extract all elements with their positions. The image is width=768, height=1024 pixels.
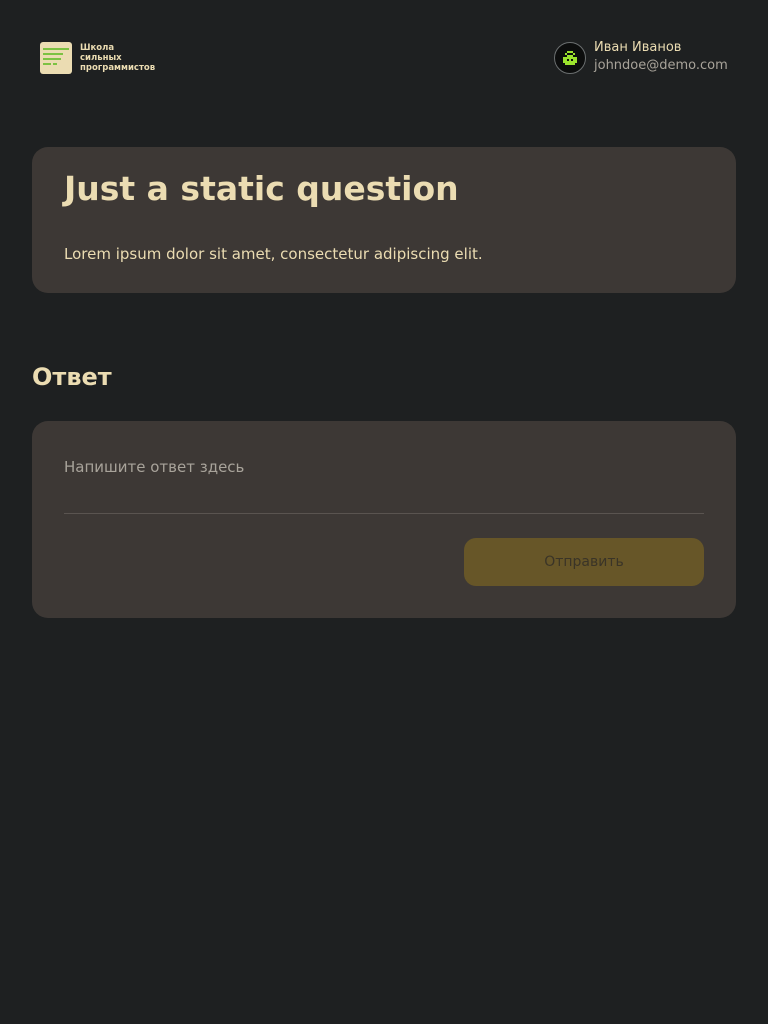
- question-description: Lorem ipsum dolor sit amet, consectetur …: [64, 245, 483, 263]
- header: Школа сильных программистов Иван Иванов …: [0, 0, 768, 116]
- logo-text: Школа сильных программистов: [80, 43, 156, 73]
- submit-button[interactable]: Отправить: [464, 538, 704, 586]
- user-profile[interactable]: Иван Иванов johndoe@demo.com: [554, 40, 728, 74]
- question-title: Just a static question: [64, 169, 459, 208]
- logo-link[interactable]: Школа сильных программистов: [40, 42, 170, 74]
- answer-heading: Ответ: [32, 363, 112, 391]
- answer-input[interactable]: [64, 453, 704, 514]
- user-email: johndoe@demo.com: [594, 58, 728, 73]
- user-name: Иван Иванов: [594, 40, 682, 55]
- user-info: Иван Иванов johndoe@demo.com: [594, 40, 728, 74]
- question-card: Just a static question Lorem ipsum dolor…: [32, 147, 736, 293]
- school-logo-icon: [40, 42, 72, 74]
- answer-card: Отправить: [32, 421, 736, 618]
- pixel-avatar-icon: [554, 42, 586, 74]
